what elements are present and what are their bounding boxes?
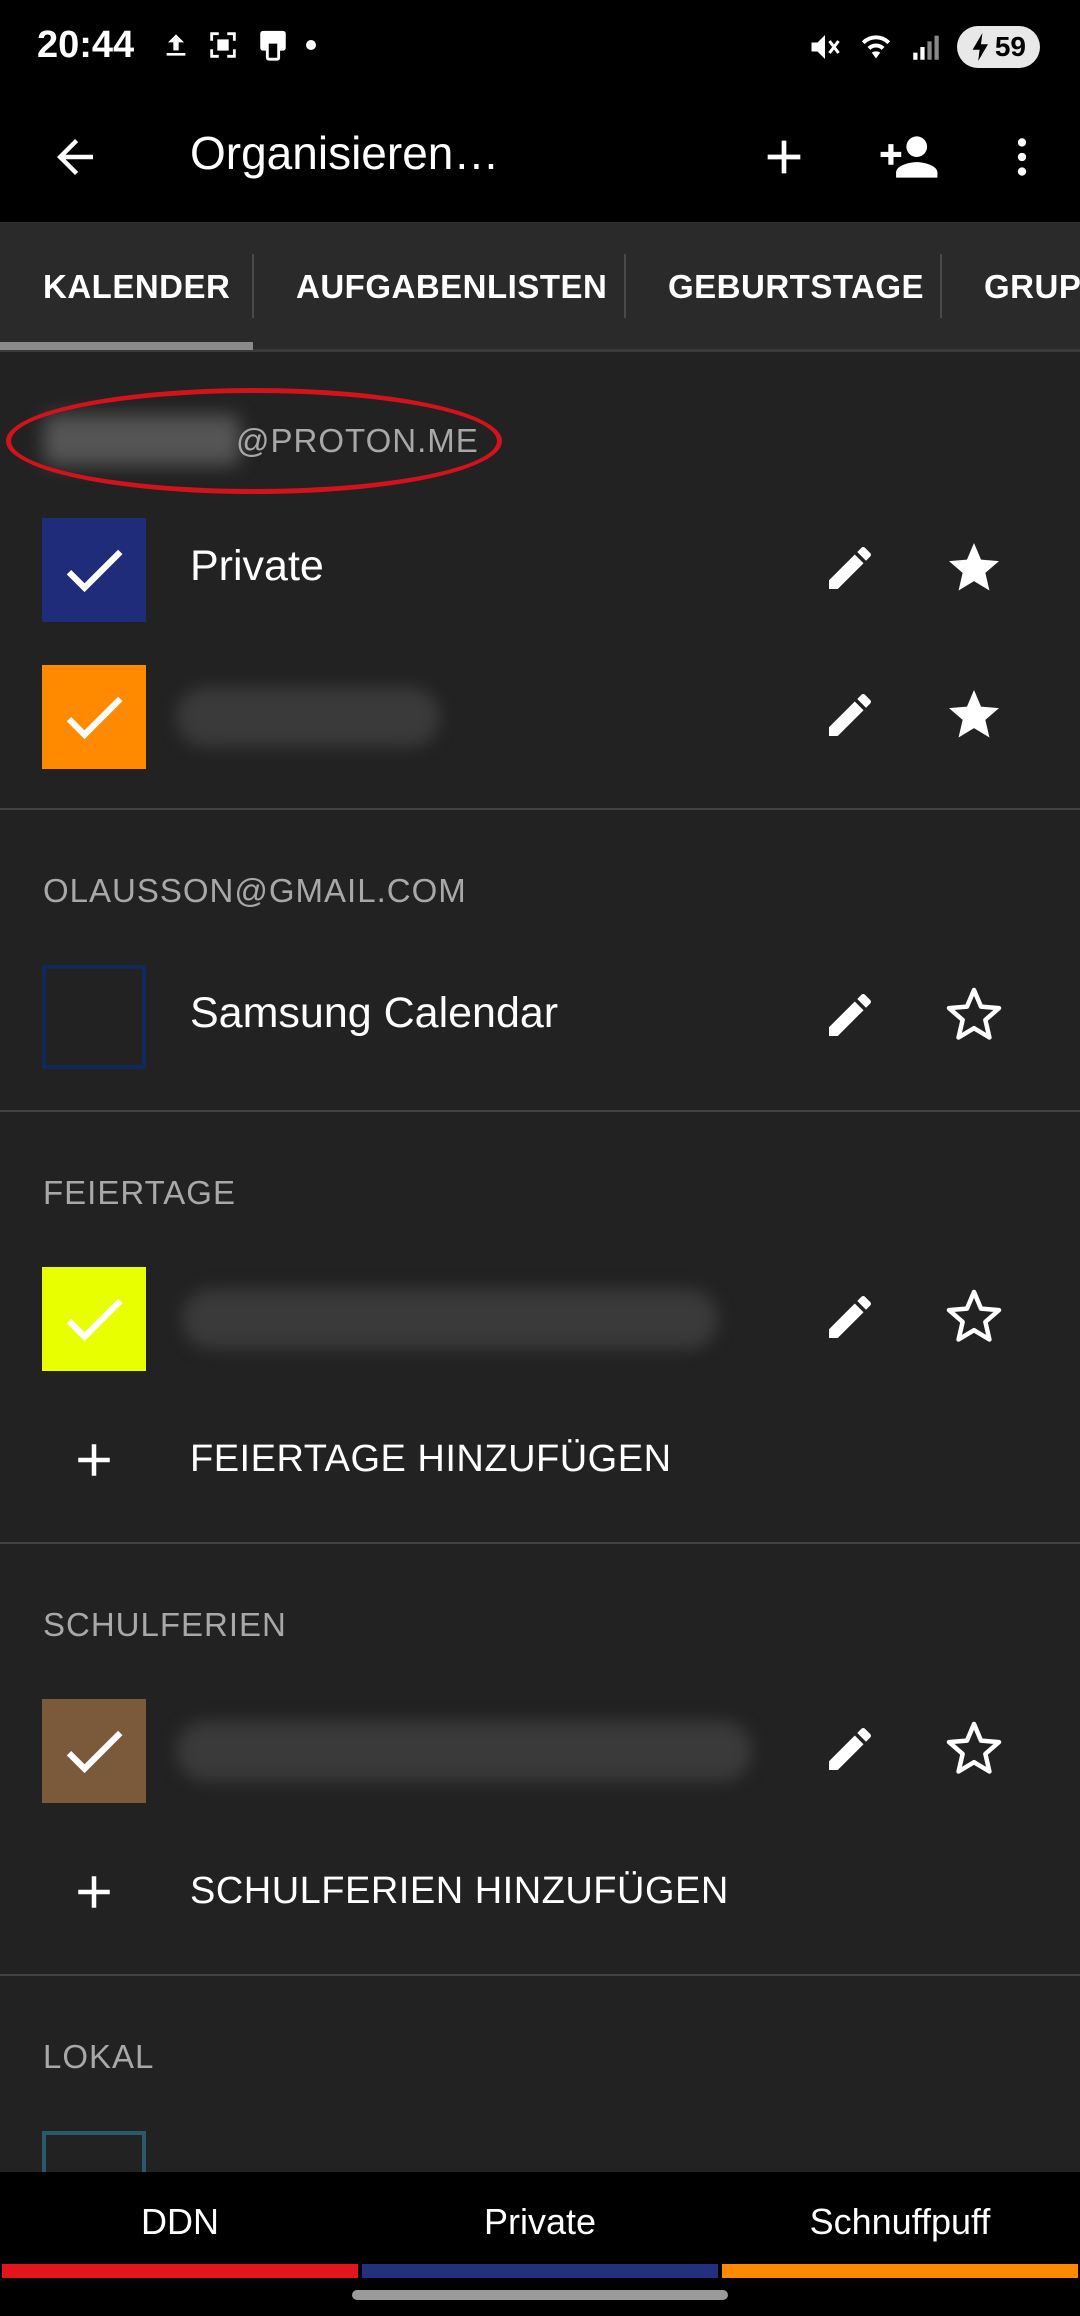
person-add-icon [880,136,938,178]
mute-icon [811,35,840,59]
star-filled-icon [949,690,999,738]
calendar-row-school-holidays[interactable] [0,1685,1080,1815]
screenshot-icon [210,32,236,58]
edit-calendar-button[interactable] [812,977,888,1053]
status-notification-icons [160,28,316,62]
calendar-checkbox[interactable] [42,1267,146,1371]
highlight-annotation [6,388,502,494]
star-filled-icon [949,543,999,591]
calendar-name: Private [190,542,324,590]
bottom-item-private[interactable]: Private [360,2172,720,2272]
more-options-button[interactable] [987,122,1057,192]
section-divider [0,1110,1080,1112]
section-divider [0,808,1080,810]
battery-level: 59 [994,31,1026,62]
check-icon [66,549,123,593]
section-divider [0,1542,1080,1544]
signal-icon [913,35,939,60]
add-school-holidays-label: SCHULFERIEN HINZUFÜGEN [190,1870,729,1912]
calendar-checkbox[interactable] [42,965,146,1069]
favorite-button[interactable] [936,677,1012,753]
add-holidays-row[interactable]: FEIERTAGE HINZUFÜGEN [0,1398,1080,1518]
edit-calendar-button[interactable] [812,677,888,753]
calendar-row-holidays[interactable] [0,1253,1080,1383]
bottom-color-bar-schnuffpuff [722,2264,1078,2278]
status-system-icons: 59 [807,26,1040,68]
tab-bar: KALENDER AUFGABENLISTEN GEBURTSTAGE GRUP… [0,222,1080,352]
calendar-name: Samsung Calendar [190,989,559,1037]
section-header-gmail: OLAUSSON@GMAIL.COM [43,872,467,909]
tab-aufgabenlisten[interactable]: AUFGABENLISTEN [296,222,607,349]
section-header-lokal: LOKAL [43,2038,155,2075]
plus-icon [62,1860,126,1924]
page-title: Organisieren… [190,127,500,179]
add-person-button[interactable] [874,122,944,192]
edit-icon [829,993,871,1036]
calendar-row-samsung[interactable]: Samsung Calendar [0,951,1080,1081]
favorite-button[interactable] [936,1711,1012,1787]
section-header-feiertage: FEIERTAGE [43,1174,236,1211]
device-icon [260,30,286,61]
check-icon [66,696,123,740]
bottom-item-schnuffpuff[interactable]: Schnuffpuff [720,2172,1080,2272]
favorite-button[interactable] [936,1279,1012,1355]
redacted-calendar-name [182,1289,718,1349]
calendar-row-local[interactable] [0,2117,1080,2172]
edit-icon [829,1727,871,1770]
calendar-checkbox[interactable] [42,665,146,769]
section-divider [0,1974,1080,1976]
back-button[interactable] [42,124,108,190]
edit-icon [829,1295,871,1338]
charging-icon [972,33,988,61]
calendar-row-orange[interactable] [0,651,1080,781]
bottom-color-bar-private [362,2264,718,2278]
tab-kalender[interactable]: KALENDER [43,222,230,349]
calendar-checkbox[interactable] [42,518,146,622]
section-header-schulferien: SCHULFERIEN [43,1606,287,1643]
upload-icon [166,34,186,56]
redacted-calendar-name [176,1721,752,1781]
edit-icon [829,693,871,736]
star-outline-icon [946,1289,1002,1342]
add-school-holidays-row[interactable]: SCHULFERIEN HINZUFÜGEN [0,1830,1080,1950]
edit-calendar-button[interactable] [812,1711,888,1787]
edit-calendar-button[interactable] [812,530,888,606]
star-outline-icon [946,1721,1002,1774]
tab-geburtstage[interactable]: GEBURTSTAGE [668,222,924,349]
plus-icon [62,1428,126,1492]
dot-icon [306,40,316,50]
edit-icon [829,546,871,589]
tab-selected-indicator [0,342,253,350]
bottom-item-ddn[interactable]: DDN [0,2172,360,2272]
bottom-color-bar-ddn [2,2264,358,2278]
battery-indicator: 59 [956,26,1040,68]
calendar-checkbox[interactable] [42,1699,146,1803]
favorite-button[interactable] [936,530,1012,606]
wifi-icon [861,35,891,59]
home-indicator[interactable] [352,2290,728,2300]
calendar-checkbox[interactable] [42,2131,146,2172]
arrow-back-icon [57,139,93,175]
add-holidays-label: FEIERTAGE HINZUFÜGEN [190,1438,672,1480]
star-outline-icon [946,987,1002,1040]
favorite-button[interactable] [936,977,1012,1053]
check-icon [66,1730,123,1774]
status-time: 20:44 [37,24,135,66]
tab-gruppen[interactable]: GRUPPEN [984,222,1080,349]
redacted-calendar-name [176,687,440,747]
check-icon [66,1298,123,1342]
calendar-row-private[interactable]: Private [0,504,1080,634]
plus-icon [767,140,801,174]
app-bar: Organisieren… [0,96,1080,222]
tab-divider [252,254,254,318]
tab-divider [940,254,942,318]
edit-calendar-button[interactable] [812,1279,888,1355]
add-calendar-button[interactable] [749,122,819,192]
status-bar: 20:44 59 [0,0,1080,96]
more-vert-icon [1017,138,1027,176]
tab-divider [624,254,626,318]
